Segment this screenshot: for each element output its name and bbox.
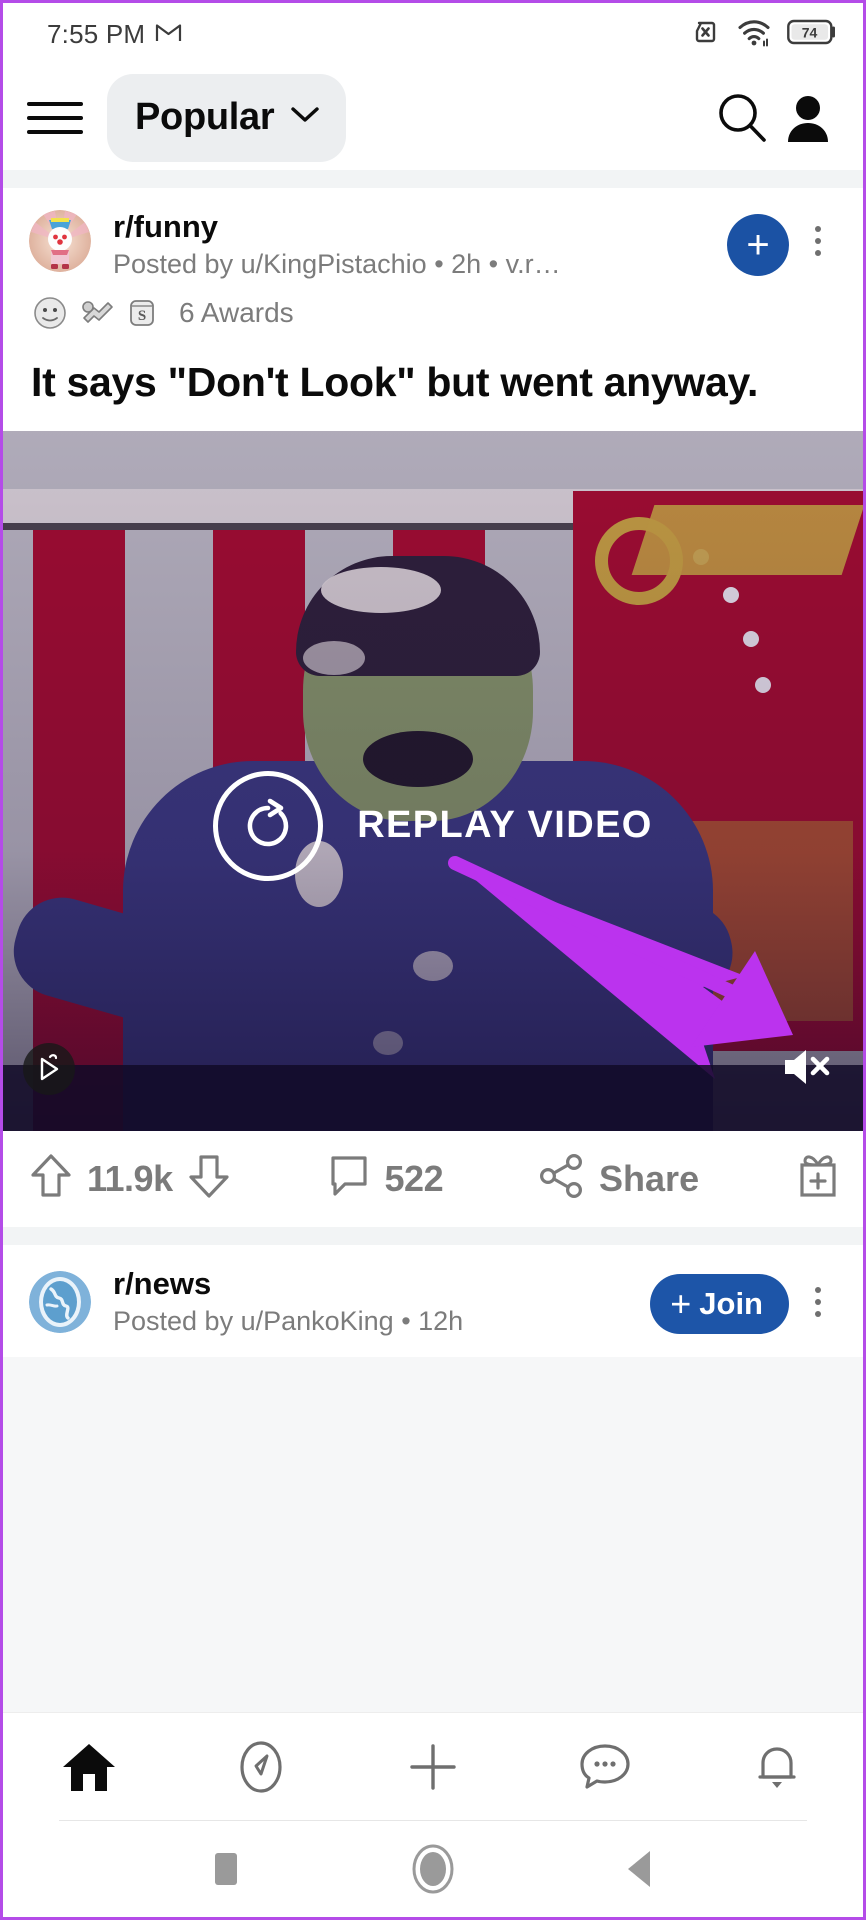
give-award-button[interactable]	[795, 1150, 841, 1207]
downvote-arrow-icon[interactable]	[187, 1151, 231, 1206]
post-meta: Posted by u/KingPistachio • 2h • v.r…	[113, 249, 561, 280]
post-awards-row[interactable]: S 6 Awards	[3, 280, 863, 332]
video-bottom-bar	[3, 1064, 863, 1131]
post-header-text-news: r/news Posted by u/PankoKing • 12h	[113, 1266, 650, 1337]
account-avatar-icon[interactable]	[775, 85, 841, 151]
comments-button[interactable]: 522	[327, 1152, 444, 1205]
give-award-gift-icon[interactable]	[795, 1150, 841, 1207]
phone-screen: 7:55 PM 74 Popular r/funny Posted by u/K…	[3, 3, 863, 1917]
join-news-button[interactable]: + Join	[650, 1274, 789, 1335]
battery-level-text: 74	[802, 24, 818, 40]
status-bar-right: 74	[689, 16, 837, 53]
discover-compass-icon[interactable]	[206, 1724, 316, 1810]
feed-selector-label: Popular	[135, 96, 275, 138]
share-node-icon[interactable]	[539, 1153, 585, 1204]
video-play-badge-icon[interactable]	[23, 1042, 75, 1095]
battery-icon: 74	[787, 18, 837, 51]
svg-text:S: S	[138, 308, 146, 324]
status-bar-clock: 7:55 PM	[47, 18, 146, 49]
app-header: Popular	[3, 65, 863, 170]
replay-video-label: REPLAY VIDEO	[357, 804, 653, 847]
comment-count: 522	[384, 1157, 444, 1199]
wifi-icon	[737, 17, 771, 52]
notifications-bell-icon[interactable]	[722, 1724, 832, 1810]
home-icon[interactable]	[34, 1724, 144, 1810]
post-score: 11.9k	[87, 1157, 173, 1199]
gmail-icon	[155, 21, 182, 48]
feed-selector-popular[interactable]: Popular	[107, 73, 347, 162]
sim-card-error-icon	[689, 16, 721, 53]
join-label: Join	[699, 1286, 763, 1322]
chat-bubble-icon[interactable]	[550, 1724, 660, 1810]
feed-top-gap	[3, 170, 863, 188]
upvote-arrow-icon[interactable]	[29, 1151, 73, 1206]
post-header: r/funny Posted by u/KingPistachio • 2h •…	[3, 188, 863, 280]
comment-bubble-icon[interactable]	[327, 1152, 371, 1205]
post-feed[interactable]: r/funny Posted by u/KingPistachio • 2h •…	[3, 170, 863, 1712]
award-silly-face-icon	[31, 294, 69, 332]
post-header-news: r/news Posted by u/PankoKing • 12h + Joi…	[3, 1245, 863, 1357]
award-silver-coin-icon: S	[123, 294, 161, 332]
post-card-news[interactable]: r/news Posted by u/PankoKing • 12h + Joi…	[3, 1244, 863, 1358]
share-label: Share	[599, 1157, 700, 1199]
post-meta-news: Posted by u/PankoKing • 12h	[113, 1306, 464, 1337]
feed-post-gap	[3, 1226, 863, 1245]
awards-count-label: 6 Awards	[179, 297, 294, 329]
recents-square-icon[interactable]	[181, 1839, 271, 1899]
status-bar: 7:55 PM 74	[3, 3, 863, 65]
award-helping-hand-icon	[77, 294, 115, 332]
join-subreddit-button[interactable]: +	[727, 214, 789, 276]
status-bar-left: 7:55 PM	[47, 19, 182, 50]
search-icon[interactable]	[709, 85, 775, 151]
subreddit-name[interactable]: r/funny	[113, 210, 727, 244]
bottom-navigation-bar[interactable]	[3, 1712, 863, 1820]
hamburger-menu-icon[interactable]	[27, 95, 83, 141]
post-header-text: r/funny Posted by u/KingPistachio • 2h •…	[113, 210, 727, 280]
subreddit-avatar-news[interactable]	[29, 1271, 91, 1334]
post-video-player[interactable]: REPLAY VIDEO	[3, 430, 863, 1131]
post-overflow-menu-icon-news[interactable]	[795, 1271, 841, 1333]
back-triangle-icon[interactable]	[595, 1839, 685, 1899]
post-action-bar[interactable]: 11.9k 522 Share	[3, 1130, 863, 1227]
post-card-funny[interactable]: r/funny Posted by u/KingPistachio • 2h •…	[3, 188, 863, 1227]
subreddit-name-news[interactable]: r/news	[113, 1266, 650, 1300]
replay-video-overlay[interactable]: REPLAY VIDEO	[3, 770, 863, 881]
post-overflow-menu-icon[interactable]	[795, 210, 841, 272]
chevron-down-icon	[290, 106, 320, 129]
system-navigation-bar[interactable]	[3, 1821, 863, 1917]
create-post-plus-icon[interactable]	[378, 1724, 488, 1810]
volume-muted-icon[interactable]	[779, 1039, 835, 1095]
post-title[interactable]: It says "Don't Look" but went anyway.	[3, 332, 863, 430]
vote-group[interactable]: 11.9k	[29, 1151, 231, 1206]
replay-circular-arrow-icon[interactable]	[213, 770, 324, 881]
home-circle-icon[interactable]	[388, 1839, 478, 1899]
subreddit-avatar-funny[interactable]	[29, 210, 91, 272]
join-plus-label: +	[670, 1283, 692, 1325]
share-button[interactable]: Share	[539, 1153, 699, 1204]
